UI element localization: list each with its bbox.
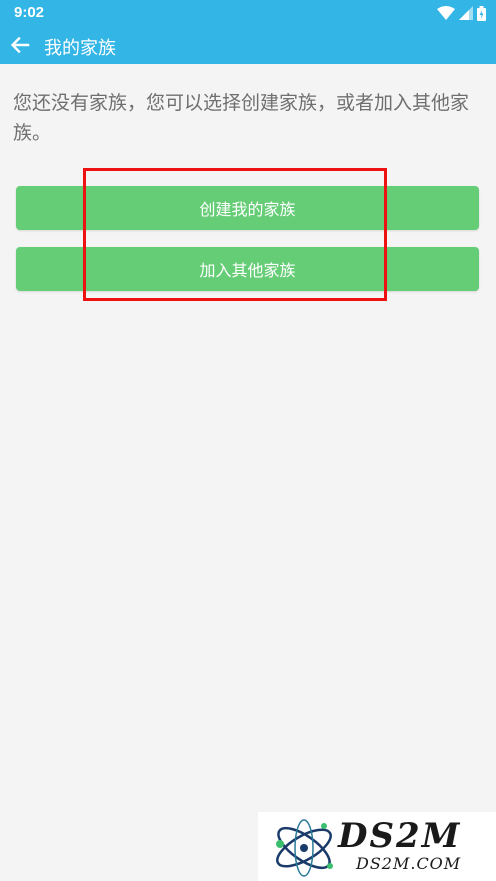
status-time: 9:02 xyxy=(14,4,45,21)
status-bar: 9:02 xyxy=(0,0,496,27)
status-icons xyxy=(437,5,486,21)
join-family-button[interactable]: 加入其他家族 xyxy=(16,247,479,291)
watermark: DS2M DS2M.COM xyxy=(258,812,496,881)
battery-icon xyxy=(477,5,486,21)
app-bar: 我的家族 xyxy=(0,27,496,64)
arrow-left-icon xyxy=(10,36,30,54)
create-family-button[interactable]: 创建我的家族 xyxy=(16,186,479,230)
atom-logo-icon xyxy=(276,819,333,877)
page-title: 我的家族 xyxy=(44,38,116,59)
wifi-icon xyxy=(437,6,455,20)
no-family-hint: 您还没有家族，您可以选择创建家族，或者加入其他家族。 xyxy=(13,92,470,144)
back-button[interactable] xyxy=(6,31,34,59)
watermark-logo-text: DS2M xyxy=(338,816,462,856)
signal-icon xyxy=(459,6,473,20)
watermark-url: DS2M.COM xyxy=(356,854,462,873)
